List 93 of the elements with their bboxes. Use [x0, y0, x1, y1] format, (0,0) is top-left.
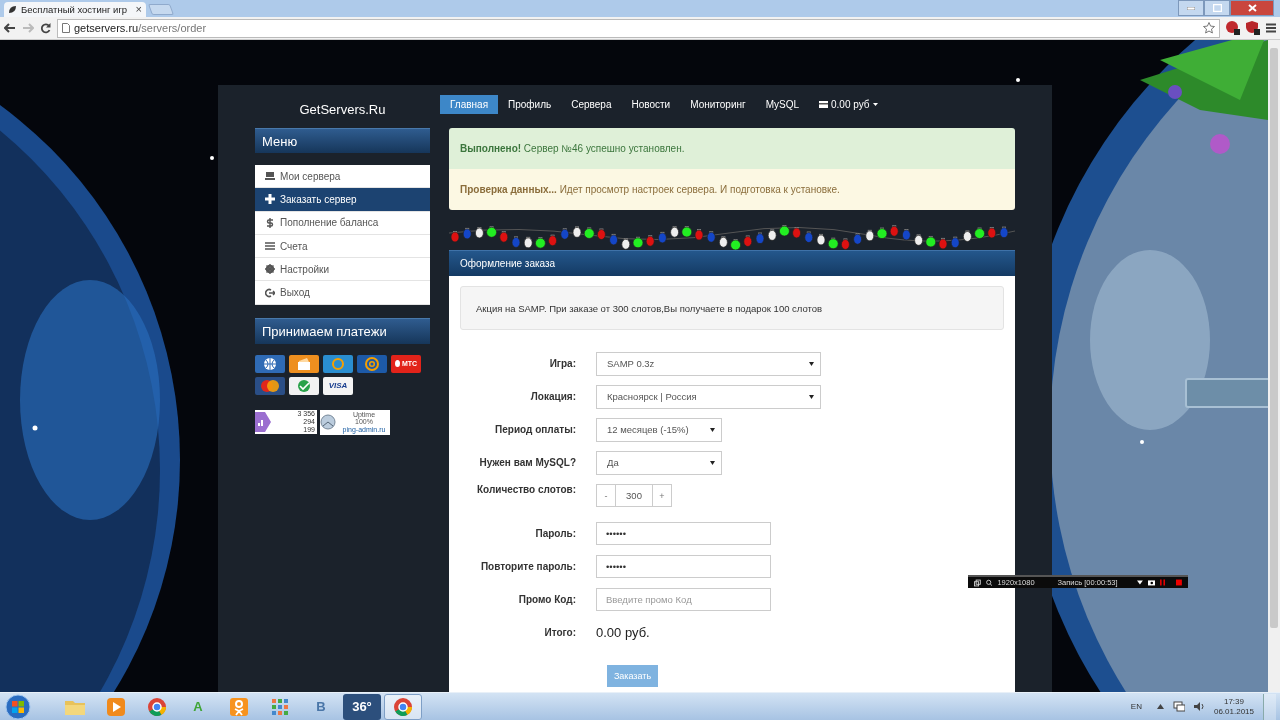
bar-chart-icon: [255, 411, 271, 432]
field-label: Пароль:: [534, 528, 576, 539]
address-bar[interactable]: getservers.ru/servers/order: [57, 18, 1220, 38]
up-arrow-icon[interactable]: [1156, 704, 1164, 709]
clock[interactable]: 17:39 06.01.2015: [1213, 696, 1254, 717]
card-icon: [819, 101, 828, 108]
nav-tab[interactable]: Мониторинг: [680, 95, 756, 114]
maximize-icon: [1212, 4, 1222, 12]
field-label: Локация:: [529, 391, 576, 402]
dollar-icon: [265, 217, 275, 228]
site-logo[interactable]: GetServers.Ru: [255, 101, 430, 119]
close-button[interactable]: [1230, 0, 1274, 16]
shield-icon[interactable]: [1246, 21, 1260, 35]
menu-item[interactable]: Заказать сервер: [255, 188, 430, 212]
panel-header: Оформление заказа: [449, 250, 1015, 276]
windows-icon[interactable]: [974, 578, 981, 587]
balance-menu[interactable]: 0.00 руб: [809, 95, 888, 114]
menu-item[interactable]: Пополнение баланса: [255, 211, 430, 235]
stop-icon[interactable]: [1176, 579, 1182, 586]
leaf-icon: [8, 5, 17, 14]
select-field[interactable]: Красноярск | Россия: [596, 384, 821, 409]
payment-badge: VISA: [323, 376, 353, 395]
caret-icon: [809, 394, 814, 399]
back-icon[interactable]: [4, 23, 16, 33]
password-field[interactable]: ••••••: [596, 555, 771, 578]
chrome-icon: [393, 696, 413, 717]
circles-icon: [255, 376, 285, 395]
decrement-button[interactable]: -: [596, 484, 616, 507]
increment-button[interactable]: +: [652, 484, 672, 507]
camera-icon[interactable]: [1147, 579, 1156, 586]
select-field[interactable]: Да: [596, 450, 722, 475]
scrollbar[interactable]: [1268, 40, 1280, 692]
menu-item[interactable]: Выход: [255, 281, 430, 305]
taskbar-button[interactable]: 36°: [343, 693, 381, 720]
ring-icon: [323, 354, 353, 373]
field-label: Нужен вам MySQL?: [478, 457, 576, 468]
plus-icon: [265, 194, 275, 205]
field-label: Повторите пароль:: [479, 561, 576, 572]
pause-icon[interactable]: [1160, 579, 1166, 586]
close-icon: [1247, 4, 1257, 12]
caret-icon: [710, 427, 715, 432]
section-header: Принимаем платежи: [255, 317, 430, 344]
select-field[interactable]: SAMP 0.3z: [596, 351, 821, 376]
browser-tab[interactable]: Бесплатный хостинг игр ×: [4, 2, 146, 17]
network-icon[interactable]: [1172, 701, 1185, 712]
language-indicator[interactable]: EN: [1130, 702, 1142, 711]
field-label: Период оплаты:: [494, 424, 576, 435]
caret-icon: [809, 361, 814, 366]
person-icon: [229, 696, 249, 717]
close-tab-button[interactable]: ×: [135, 4, 142, 15]
alert-message: Выполнено! Сервер №46 успешно установлен.: [449, 128, 1015, 169]
nav-tab[interactable]: Сервера: [561, 95, 622, 114]
settings-icon: [265, 264, 275, 275]
taskbar-button[interactable]: [384, 693, 422, 720]
caret-icon: [872, 103, 878, 106]
globe-icon: [320, 414, 336, 431]
search-icon[interactable]: [985, 578, 993, 587]
total-amount: 0.00 руб.: [596, 625, 650, 640]
field-label: Количество слотов:: [475, 484, 576, 495]
menu-item[interactable]: Счета: [255, 234, 430, 259]
dropdown-icon[interactable]: [1136, 580, 1143, 585]
page-icon: [62, 23, 70, 33]
chrome-icon: [147, 696, 167, 717]
exit-icon: [265, 287, 275, 298]
section-header: Меню: [255, 128, 430, 153]
globe-icon: [255, 354, 285, 373]
minimize-icon: [1187, 6, 1195, 10]
password-field[interactable]: ••••••: [596, 522, 771, 545]
field-label: Промо Код:: [517, 594, 576, 605]
reload-icon[interactable]: [40, 22, 51, 34]
play-icon: [106, 696, 126, 717]
grid-icon: [271, 697, 289, 716]
field-label: Итого:: [543, 627, 576, 638]
nav-tab[interactable]: MySQL: [755, 95, 809, 114]
nav-tab[interactable]: Новости: [621, 95, 681, 114]
url-text: getservers.ru/servers/order: [74, 22, 208, 34]
swirl-icon: [289, 376, 319, 395]
select-field[interactable]: 12 месяцев (-15%): [596, 417, 722, 442]
wallet-icon: [289, 354, 319, 373]
field-label: Игра:: [548, 358, 576, 369]
speaker-icon[interactable]: [1193, 701, 1205, 712]
caret-icon: [710, 460, 715, 465]
star-icon[interactable]: [1203, 22, 1215, 34]
menu-icon[interactable]: [1266, 23, 1276, 33]
list-icon: [265, 241, 275, 252]
alert-message: Проверка данных... Идет просмотр настроек сервера. И подготовка к установке.: [449, 169, 1015, 210]
promo-notice: Акция на SAMP. При заказе от 300 слотов,Вы получаете в подарок 100 слотов: [460, 286, 1004, 330]
maximize-button[interactable]: [1204, 0, 1230, 16]
menu-item[interactable]: Настройки: [255, 258, 430, 282]
nav-tab[interactable]: Профиль: [498, 95, 562, 114]
promo-field[interactable]: Введите промо Код: [596, 588, 771, 611]
laptop-icon: [265, 171, 275, 182]
nav-tab[interactable]: Главная: [440, 95, 499, 114]
